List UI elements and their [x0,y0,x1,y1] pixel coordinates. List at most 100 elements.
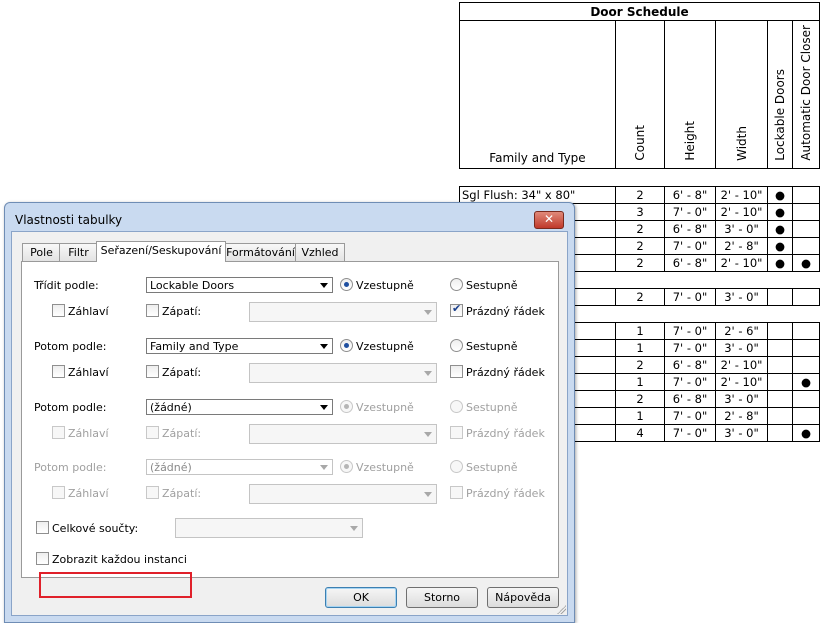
closer-cell [792,355,820,374]
sort2-blank-line-checkbox[interactable] [450,365,463,378]
sort2-descending-label: Sestupně [466,340,518,353]
sort3-footer-label: Zápatí: [162,427,202,440]
spacer-cell [792,270,820,289]
sort4-footer-select[interactable] [249,484,437,504]
resize-grip-icon[interactable] [556,604,566,614]
width-cell: 2' - 10" [715,372,768,391]
sort4-blank-line-checkbox[interactable] [450,486,463,499]
sort2-footer-label: Zápatí: [162,366,202,379]
itemize-highlight-box [39,572,192,598]
sorting-panel: Třídit podle: Lockable Doors Vzestupně S… [21,261,559,598]
count-cell: 2 [615,253,665,272]
width-cell: 2' - 10" [715,253,768,272]
sort1-footer-select[interactable] [249,302,437,322]
height-cell: 7' - 0" [664,321,716,340]
lockable-cell: ● [767,219,793,238]
table-properties-dialog: Vlastnosti tabulky ✕ Pole Filtr Seřazení… [4,202,575,623]
sort4-header-label: Záhlaví [68,487,109,500]
lockable-cell: ● [767,253,793,272]
sort2-ascending-radio[interactable] [340,339,353,352]
then-by-select-2[interactable]: (žádné) [146,399,333,415]
grand-totals-checkbox[interactable] [36,521,49,534]
spacer-cell [615,270,665,289]
sort3-descending-radio[interactable] [450,400,463,413]
grand-totals-select[interactable] [175,518,363,538]
sort1-ascending-radio[interactable] [340,278,353,291]
closer-cell [792,236,820,255]
chevron-down-icon [320,283,328,288]
then-by-select-1[interactable]: Family and Type [146,338,333,354]
tab-formatting[interactable]: Formátování [224,243,297,261]
col-header-width: Width [715,20,768,169]
chevron-down-icon [320,465,328,470]
col-header-count: Count [615,20,665,169]
count-cell: 2 [615,389,665,408]
col-header-family-type: Family and Type [459,20,616,169]
count-cell: 2 [615,185,665,204]
sort3-footer-checkbox[interactable] [146,426,159,439]
sort4-footer-checkbox[interactable] [146,486,159,499]
sort2-footer-checkbox[interactable] [146,365,159,378]
sort2-footer-select[interactable] [249,363,437,383]
sort3-ascending-radio[interactable] [340,400,353,413]
sort1-descending-radio[interactable] [450,278,463,291]
sort2-descending-radio[interactable] [450,339,463,352]
height-cell: 7' - 0" [664,338,716,357]
tab-appearance[interactable]: Vzhled [295,243,345,261]
sort1-ascending-label: Vzestupně [356,279,414,292]
sort4-ascending-label: Vzestupně [356,461,414,474]
sort3-footer-select[interactable] [249,424,437,444]
spacer-cell [715,304,768,323]
height-cell: 7' - 0" [664,406,716,425]
chevron-down-icon [320,405,328,410]
sort1-footer-checkbox[interactable] [146,304,159,317]
chevron-down-icon [424,432,432,437]
count-cell: 4 [615,423,665,442]
itemize-every-instance-checkbox[interactable] [36,552,49,565]
lockable-cell [767,372,793,391]
cancel-button[interactable]: Storno [406,587,478,608]
closer-cell [792,219,820,238]
count-cell: 1 [615,372,665,391]
title-bar[interactable]: Vlastnosti tabulky ✕ [5,203,574,233]
closer-cell [792,389,820,408]
height-cell: 6' - 8" [664,185,716,204]
sort4-ascending-radio[interactable] [340,460,353,473]
sort4-blank-line-label: Prázdný řádek [466,487,545,500]
closer-cell [792,287,820,306]
tab-filter[interactable]: Filtr [59,243,98,261]
closer-cell [792,321,820,340]
help-button[interactable]: Nápověda [487,587,559,608]
table-row: Sgl Flush: 34" x 80" 2 6' - 8" 2' - 10" ● [459,185,820,204]
then-by-label: Potom podle: [34,401,107,414]
sort3-blank-line-label: Prázdný řádek [466,427,545,440]
sort1-blank-line-checkbox[interactable] [450,302,463,317]
lockable-cell: ● [767,202,793,221]
tab-sorting-grouping[interactable]: Seřazení/Seskupování [96,241,226,262]
sort3-blank-line-checkbox[interactable] [450,426,463,439]
sort4-descending-radio[interactable] [450,460,463,473]
sort2-header-label: Záhlaví [68,366,109,379]
close-icon: ✕ [543,212,555,226]
then-by-select-3[interactable]: (žádné) [146,459,333,475]
closer-cell: ● [792,423,820,442]
closer-cell [792,338,820,357]
ok-button[interactable]: OK [325,587,397,608]
close-button[interactable]: ✕ [534,211,564,229]
itemize-every-instance-label: Zobrazit každou instanci [52,553,187,566]
width-cell: 3' - 0" [715,389,768,408]
sort3-header-checkbox[interactable] [52,426,65,439]
sort-by-select[interactable]: Lockable Doors [146,277,333,293]
sort1-header-checkbox[interactable] [52,304,65,317]
tab-fields[interactable]: Pole [22,243,61,261]
then-by-label: Potom podle: [34,340,107,353]
width-cell: 2' - 8" [715,236,768,255]
lockable-cell [767,389,793,408]
spacer-cell [767,270,793,289]
sort2-header-checkbox[interactable] [52,365,65,378]
col-header-height: Height [664,20,716,169]
sort4-header-checkbox[interactable] [52,486,65,499]
grand-totals-label: Celkové součty: [52,522,139,535]
height-cell: 6' - 8" [664,389,716,408]
col-header-lockable: Lockable Doors [767,20,793,169]
